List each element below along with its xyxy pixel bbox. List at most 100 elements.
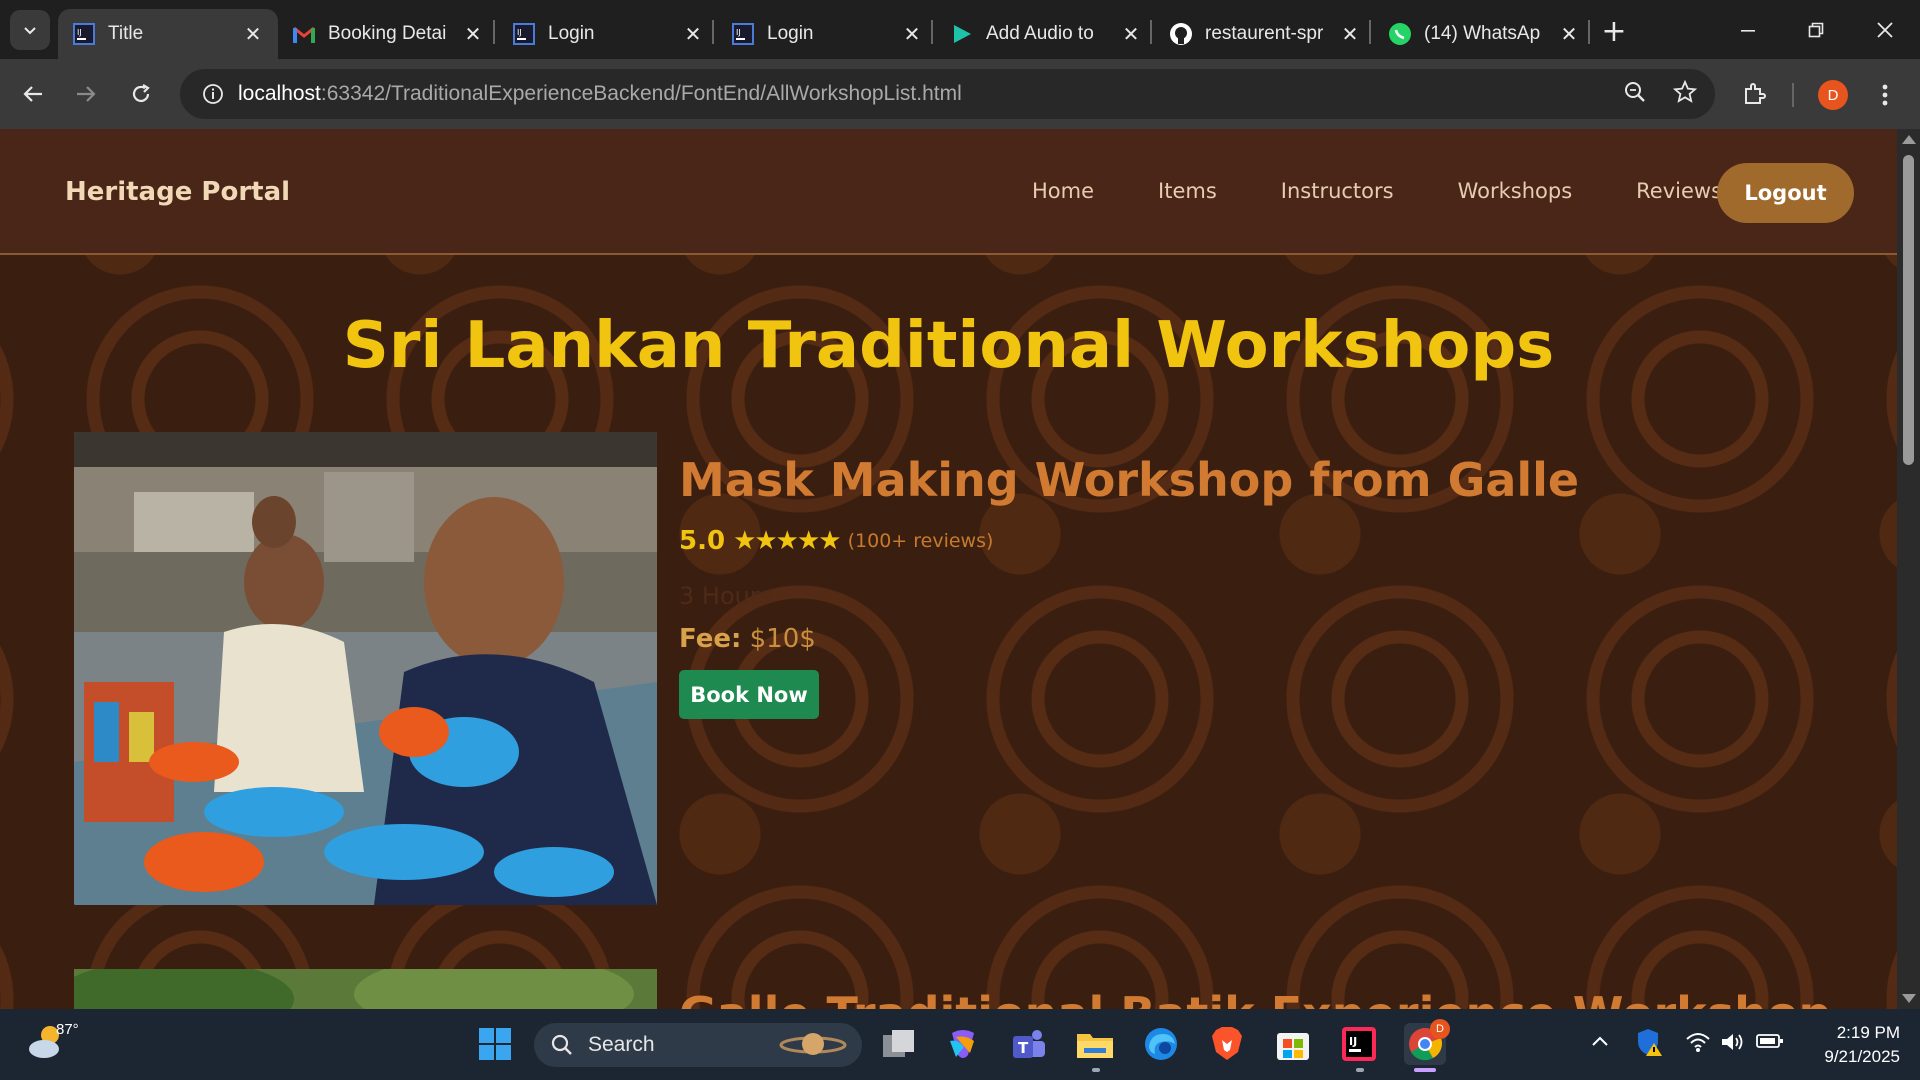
close-icon[interactable]: ✕ xyxy=(1339,22,1361,46)
wifi-tray-icon[interactable] xyxy=(1685,1031,1711,1053)
minimize-button[interactable] xyxy=(1718,10,1778,50)
temperature: 87° xyxy=(56,1021,79,1038)
close-icon[interactable]: ✕ xyxy=(242,22,264,46)
scroll-down-icon[interactable] xyxy=(1902,994,1916,1003)
intellij-icon: IJ xyxy=(72,22,96,46)
profile-avatar[interactable]: D xyxy=(1818,80,1848,110)
browser-tab[interactable]: (14) WhatsAp ✕ xyxy=(1374,9,1594,59)
wifi-icon xyxy=(1686,1033,1710,1052)
browser-tab[interactable]: restaurent-spr ✕ xyxy=(1155,9,1375,59)
page-scrollbar[interactable] xyxy=(1897,129,1920,1009)
address-bar[interactable]: localhost:63342/TraditionalExperienceBac… xyxy=(180,69,1715,119)
active-indicator xyxy=(1414,1068,1436,1072)
reload-icon xyxy=(132,84,150,103)
reload-button[interactable] xyxy=(122,75,160,113)
windows-taskbar: 87° Search T IJ D 2:19 PM 9/21/2025 xyxy=(0,1009,1920,1080)
url-path: :63342/TraditionalExperienceBackend/Font… xyxy=(320,82,962,105)
browser-tab[interactable]: Add Audio to ✕ xyxy=(936,9,1156,59)
show-hidden-icons-button[interactable] xyxy=(1590,1031,1610,1051)
close-icon[interactable]: ✕ xyxy=(462,22,484,46)
file-explorer-button[interactable] xyxy=(1074,1023,1116,1065)
microsoft-store-button[interactable] xyxy=(1272,1023,1314,1065)
github-icon xyxy=(1169,22,1193,46)
nav-link-items[interactable]: Items xyxy=(1158,179,1217,203)
battery-icon xyxy=(1756,1034,1783,1048)
nav-link-instructors[interactable]: Instructors xyxy=(1281,179,1394,203)
browser-toolbar: localhost:63342/TraditionalExperienceBac… xyxy=(0,59,1920,129)
restore-button[interactable] xyxy=(1786,10,1846,50)
browser-tab[interactable]: IJ Title ✕ xyxy=(58,9,278,59)
back-button[interactable] xyxy=(14,75,52,113)
whatsapp-icon xyxy=(1388,22,1412,46)
close-icon[interactable]: ✕ xyxy=(901,22,923,46)
nav-link-reviews[interactable]: Reviews xyxy=(1636,179,1722,203)
close-icon[interactable]: ✕ xyxy=(1558,22,1580,46)
extensions-button[interactable] xyxy=(1735,75,1773,113)
tab-title: Booking Detai xyxy=(328,23,447,44)
store-icon xyxy=(1277,1033,1309,1060)
scroll-up-icon[interactable] xyxy=(1902,135,1916,144)
tab-separator xyxy=(931,20,933,44)
browser-tab[interactable]: IJ Login ✕ xyxy=(717,9,937,59)
battery-tray-icon[interactable] xyxy=(1756,1031,1784,1051)
site-info-icon[interactable] xyxy=(188,83,238,105)
svg-text:IJ: IJ xyxy=(77,28,82,37)
gmail-icon xyxy=(292,22,316,46)
svg-text:T: T xyxy=(1018,1039,1029,1057)
saturn-icon xyxy=(779,1033,847,1055)
edge-button[interactable] xyxy=(1140,1023,1182,1065)
tab-title: Login xyxy=(548,23,595,44)
nav-link-workshops[interactable]: Workshops xyxy=(1458,179,1573,203)
taskbar-search[interactable]: Search xyxy=(534,1023,862,1067)
new-tab-button[interactable]: + xyxy=(1597,14,1631,49)
task-view-button[interactable] xyxy=(878,1023,920,1065)
intellij-icon: IJ xyxy=(1342,1027,1376,1061)
browser-tab[interactable]: Booking Detai ✕ xyxy=(278,9,498,59)
edge-icon xyxy=(1145,1028,1177,1060)
nav-link-home[interactable]: Home xyxy=(1032,179,1094,203)
more-vertical-icon xyxy=(1882,84,1888,106)
zoom-icon[interactable] xyxy=(1623,80,1647,108)
weather-widget[interactable]: 87° xyxy=(26,1021,79,1061)
logout-button[interactable]: Logout xyxy=(1717,163,1854,223)
forward-button[interactable] xyxy=(67,75,105,113)
running-indicator xyxy=(1092,1068,1100,1072)
book-now-button[interactable]: Book Now xyxy=(679,670,819,719)
close-window-button[interactable] xyxy=(1855,10,1915,50)
workshop-title: Mask Making Workshop from Galle xyxy=(679,453,1580,507)
site-nav: Home Items Instructors Workshops Reviews xyxy=(1032,179,1786,203)
brave-button[interactable] xyxy=(1206,1023,1248,1065)
url-text: localhost:63342/TraditionalExperienceBac… xyxy=(238,82,962,106)
tab-separator xyxy=(1369,20,1371,44)
system-clock[interactable]: 2:19 PM 9/21/2025 xyxy=(1800,1021,1900,1069)
tab-separator xyxy=(712,20,714,44)
copilot-button[interactable] xyxy=(942,1023,984,1065)
tab-title: Title xyxy=(108,23,144,44)
volume-tray-icon[interactable] xyxy=(1720,1031,1746,1053)
tab-search-button[interactable] xyxy=(10,10,50,50)
browser-menu-button[interactable] xyxy=(1870,77,1900,113)
close-icon[interactable]: ✕ xyxy=(1120,22,1142,46)
intellij-icon: IJ xyxy=(731,22,755,46)
arrow-left-icon xyxy=(23,86,42,102)
workshop-image xyxy=(74,432,657,905)
review-count: (100+ reviews) xyxy=(847,530,994,552)
shield-warning-icon xyxy=(1638,1029,1662,1056)
tab-title: Add Audio to xyxy=(986,23,1094,44)
start-button[interactable] xyxy=(474,1023,516,1065)
running-indicator xyxy=(1356,1068,1364,1072)
site-brand[interactable]: Heritage Portal xyxy=(65,177,290,207)
tab-title: (14) WhatsAp xyxy=(1424,23,1541,44)
chrome-badge: D xyxy=(1430,1019,1450,1039)
close-icon[interactable]: ✕ xyxy=(682,22,704,46)
bookmark-star-icon[interactable] xyxy=(1672,79,1698,108)
intellij-taskbar-button[interactable]: IJ xyxy=(1338,1023,1380,1065)
browser-tab[interactable]: IJ Login ✕ xyxy=(498,9,718,59)
play-icon xyxy=(950,22,974,46)
defender-tray-icon[interactable] xyxy=(1636,1027,1664,1057)
svg-text:IJ: IJ xyxy=(1349,1035,1357,1048)
chrome-taskbar-button[interactable]: D xyxy=(1404,1019,1450,1065)
scrollbar-thumb[interactable] xyxy=(1903,155,1914,465)
tab-separator xyxy=(1588,20,1590,44)
teams-button[interactable]: T xyxy=(1008,1023,1050,1065)
